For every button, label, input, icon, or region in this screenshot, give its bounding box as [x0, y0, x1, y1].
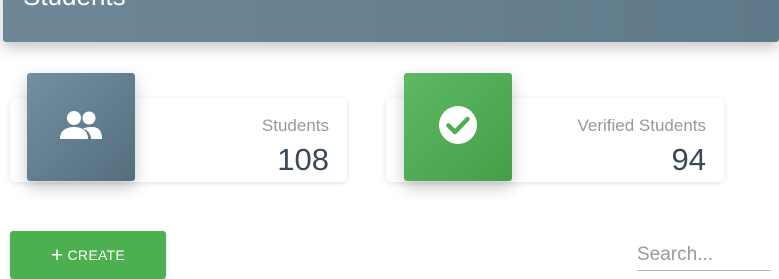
- plus-icon: +: [50, 244, 64, 267]
- people-icon: [59, 110, 103, 145]
- search-input[interactable]: [637, 240, 771, 271]
- stat-value: 108: [277, 142, 329, 177]
- stat-icon-tile-verified: [404, 73, 512, 181]
- stat-value: 94: [671, 142, 706, 177]
- stat-label: Verified Students: [577, 116, 706, 135]
- page-header: Students: [3, 0, 779, 42]
- stat-icon-tile-students: [27, 73, 135, 181]
- stat-label: Students: [261, 116, 329, 135]
- create-button[interactable]: + CREATE: [10, 231, 166, 279]
- create-button-label: CREATE: [67, 247, 126, 263]
- page-title: Students: [23, 0, 126, 12]
- check-circle-icon: [438, 105, 478, 150]
